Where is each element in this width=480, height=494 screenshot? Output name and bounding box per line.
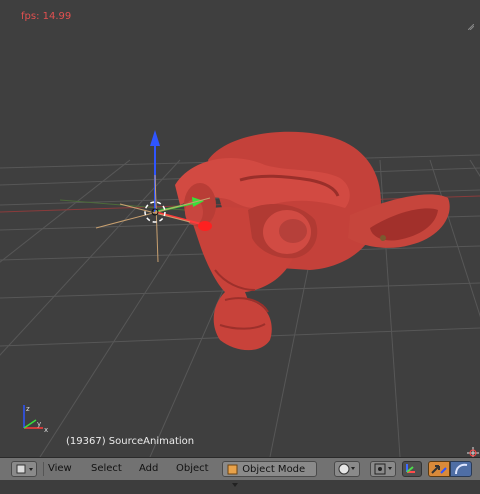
- viewport-scene: z y x: [0, 130, 480, 457]
- translate-icon: [431, 465, 447, 474]
- viewport-shading-button[interactable]: [334, 461, 360, 477]
- mode-label: Object Mode: [242, 464, 306, 475]
- viewport-header: View Select Add Object Object Mode: [0, 457, 480, 487]
- menu-object[interactable]: Object: [172, 461, 213, 477]
- area-split-corner-icon[interactable]: [468, 24, 474, 30]
- 3d-viewport[interactable]: z y x fps: 14.99 (19367) SourceAnimation: [0, 0, 480, 457]
- editor-type-button[interactable]: [11, 461, 37, 477]
- monkey-mesh[interactable]: [175, 131, 450, 351]
- mode-selector[interactable]: Object Mode: [222, 461, 317, 487]
- manipulator-toggle-icon: [406, 464, 415, 473]
- rotate-manipulator-button[interactable]: [450, 461, 472, 477]
- chevron-down-icon: [232, 483, 238, 487]
- manipulator-toggle-button[interactable]: [402, 461, 422, 477]
- 3d-viewport-icon: [16, 464, 33, 474]
- view-axis-gizmo: z y x: [23, 405, 48, 434]
- menu-view[interactable]: View: [44, 461, 76, 477]
- menu-select[interactable]: Select: [87, 461, 126, 477]
- object-mode-cube-icon: [227, 464, 238, 475]
- translate-manipulator-button[interactable]: [428, 461, 450, 477]
- active-object-info: (19367) SourceAnimation: [66, 436, 195, 447]
- svg-text:z: z: [26, 405, 30, 413]
- fps-counter: fps: 14.99: [21, 11, 72, 22]
- 3d-cursor-preview-icon: [467, 447, 479, 457]
- svg-text:y: y: [37, 420, 41, 428]
- svg-text:x: x: [44, 426, 48, 434]
- pivot-point-button[interactable]: [370, 461, 396, 477]
- pivot-point-icon: [374, 463, 392, 475]
- rotate-icon: [455, 463, 468, 475]
- menu-add[interactable]: Add: [135, 461, 162, 477]
- solid-sphere-icon: [338, 463, 355, 475]
